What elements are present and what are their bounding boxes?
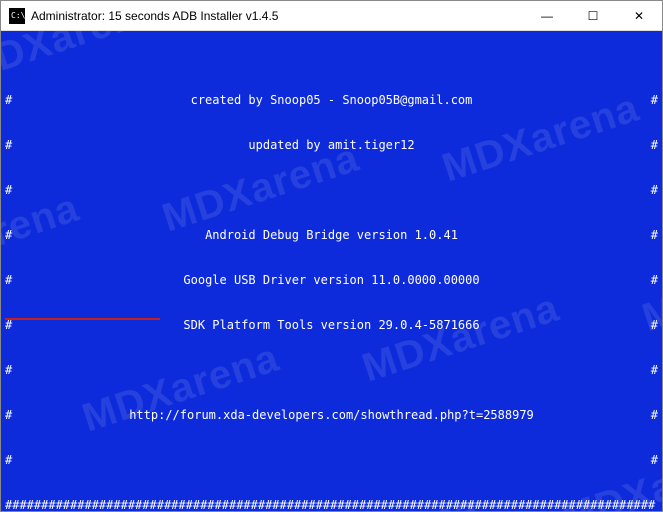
header-text: SDK Platform Tools version 29.0.4-587166… <box>12 318 651 333</box>
header-line: # # <box>5 183 658 198</box>
hash-char: # <box>5 318 12 333</box>
hash-char: # <box>651 408 658 423</box>
hash-char: # <box>5 408 12 423</box>
close-button[interactable]: ✕ <box>616 1 662 30</box>
hash-separator: ########################################… <box>5 498 658 511</box>
window-title: Administrator: 15 seconds ADB Installer … <box>31 9 524 23</box>
cmd-icon: C:\ <box>9 8 25 24</box>
watermark-text: MDXarena <box>1 31 160 77</box>
hash-char: # <box>5 183 12 198</box>
hash-char: # <box>5 228 12 243</box>
hash-char: # <box>5 138 12 153</box>
hash-char: # <box>651 318 658 333</box>
hash-char: # <box>651 183 658 198</box>
header-line: # Google USB Driver version 11.0.0000.00… <box>5 273 658 288</box>
header-line: # # <box>5 453 658 468</box>
hash-char: # <box>5 363 12 378</box>
watermark-text: MDXarena <box>641 250 662 327</box>
window-controls: — ☐ ✕ <box>524 1 662 30</box>
header-text: http://forum.xda-developers.com/showthre… <box>12 408 651 423</box>
header-text: created by Snoop05 - Snoop05B@gmail.com <box>12 93 651 108</box>
hash-char: # <box>651 93 658 108</box>
hash-char: # <box>651 228 658 243</box>
header-line: # updated by amit.tiger12 # <box>5 138 658 153</box>
header-line: # SDK Platform Tools version 29.0.4-5871… <box>5 318 658 333</box>
header-line: # http://forum.xda-developers.com/showth… <box>5 408 658 423</box>
hash-char: # <box>5 273 12 288</box>
maximize-button[interactable]: ☐ <box>570 1 616 30</box>
hash-char: # <box>651 138 658 153</box>
header-line: # # <box>5 363 658 378</box>
window: C:\ Administrator: 15 seconds ADB Instal… <box>0 0 663 512</box>
titlebar: C:\ Administrator: 15 seconds ADB Instal… <box>1 1 662 31</box>
hash-char: # <box>651 453 658 468</box>
hash-char: # <box>651 363 658 378</box>
hash-char: # <box>651 273 658 288</box>
header-line: # created by Snoop05 - Snoop05B@gmail.co… <box>5 93 658 108</box>
header-text: Android Debug Bridge version 1.0.41 <box>12 228 651 243</box>
red-underline-icon <box>5 318 160 320</box>
header-text: Google USB Driver version 11.0.0000.0000… <box>12 273 651 288</box>
minimize-button[interactable]: — <box>524 1 570 30</box>
hash-char: # <box>5 93 12 108</box>
header-line: # Android Debug Bridge version 1.0.41 # <box>5 228 658 243</box>
svg-text:C:\: C:\ <box>11 11 25 20</box>
header-text: updated by amit.tiger12 <box>12 138 651 153</box>
hash-char: # <box>5 453 12 468</box>
terminal[interactable]: MDXarena MDXarena MDXarena MDXarena MDXa… <box>1 31 662 511</box>
